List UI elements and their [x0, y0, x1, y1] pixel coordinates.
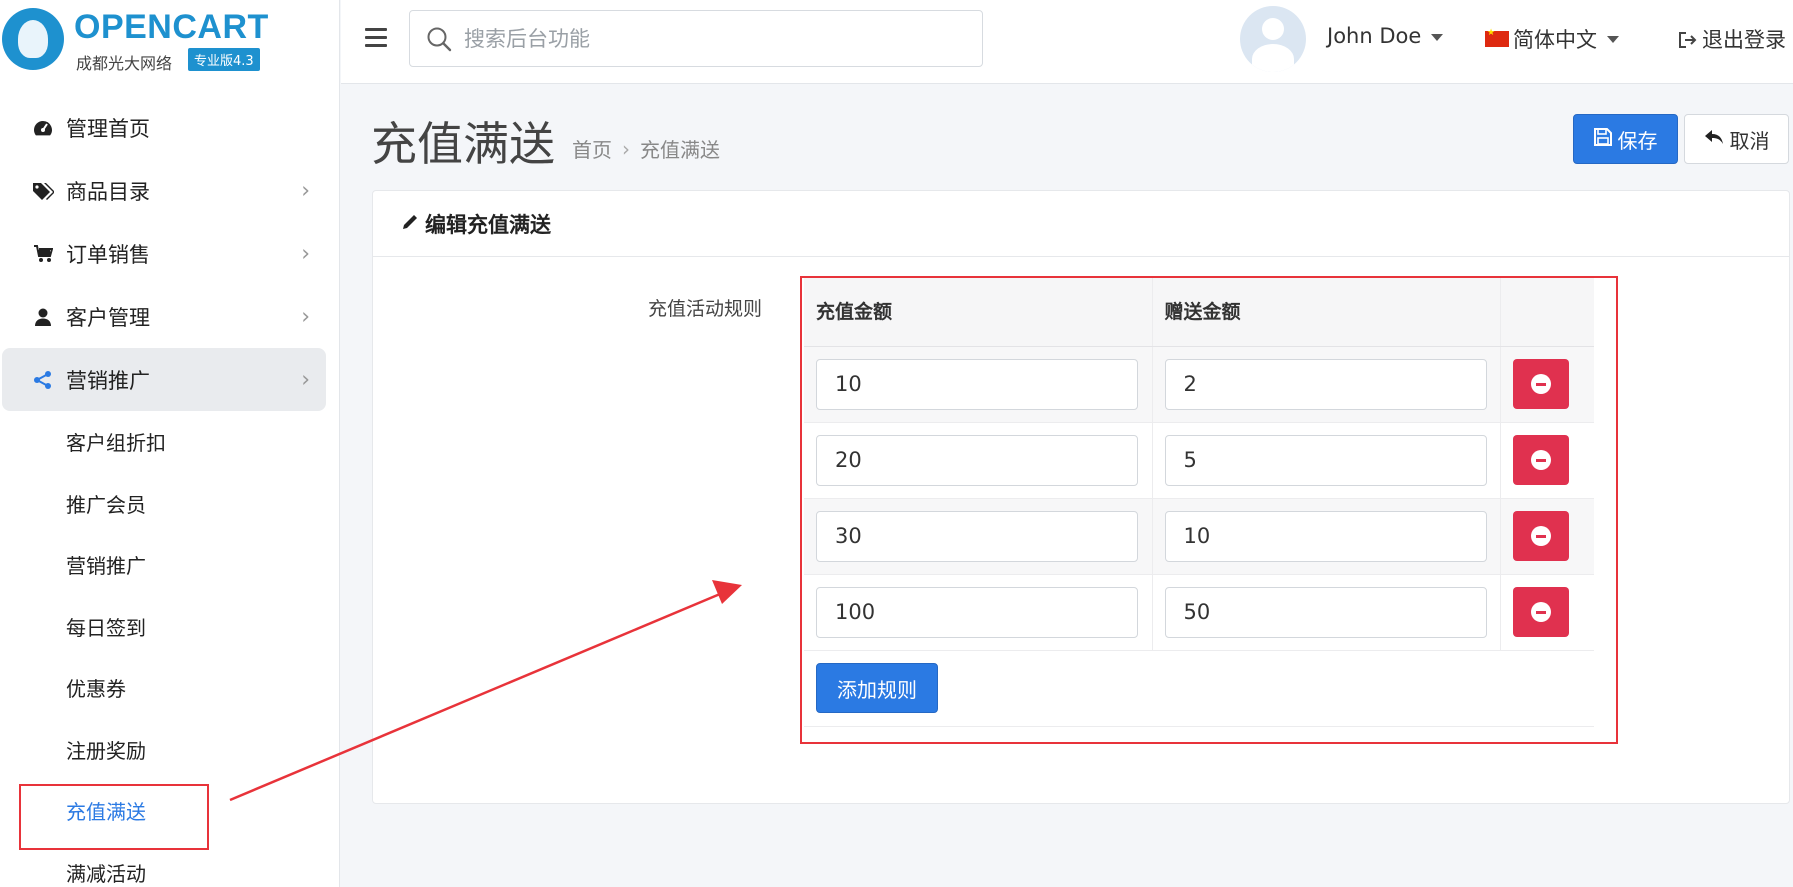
sidebar-item-label: 客户管理 — [66, 305, 150, 330]
breadcrumb-home[interactable]: 首页 — [572, 134, 612, 163]
logout-label: 退出登录 — [1702, 28, 1786, 52]
sidebar-subitem-coupons[interactable]: 优惠券 — [0, 657, 340, 719]
search-box — [409, 10, 983, 67]
search-input[interactable] — [464, 11, 964, 66]
sidebar-item-customers[interactable]: 客户管理 › — [0, 285, 340, 348]
sidebar-subitem-register-reward[interactable]: 注册奖励 — [0, 719, 340, 781]
annotation-highlight-box — [800, 276, 1618, 744]
brand-subtitle: 成都光大网络 — [76, 54, 173, 73]
sidebar-item-catalog[interactable]: 商品目录 › — [0, 159, 340, 222]
logout-link[interactable]: 退出登录 — [1678, 24, 1786, 54]
avatar[interactable] — [1240, 6, 1306, 72]
share-icon — [32, 369, 54, 391]
breadcrumb-separator: › — [622, 136, 630, 161]
menu-toggle-icon[interactable] — [365, 28, 387, 48]
save-button[interactable]: 保存 — [1573, 114, 1678, 164]
sidebar: OPENCART 成都光大网络 专业版4.3 管理首页 商品目录 › 订单销售 … — [0, 0, 340, 887]
search-icon — [426, 26, 452, 52]
chevron-right-icon: › — [301, 241, 310, 266]
cart-icon — [32, 243, 54, 265]
brand-title: OPENCART — [74, 8, 269, 46]
sidebar-item-marketing[interactable]: 营销推广 › — [2, 348, 326, 411]
chevron-right-icon: › — [301, 178, 310, 203]
top-header: John Doe 简体中文 退出登录 — [341, 0, 1793, 84]
sign-out-icon — [1678, 30, 1698, 48]
brand-logo[interactable]: OPENCART 成都光大网络 专业版4.3 — [2, 6, 332, 73]
sidebar-subitem-marketing[interactable]: 营销推广 — [0, 534, 340, 596]
chevron-right-icon: › — [301, 304, 310, 329]
sidebar-item-label: 订单销售 — [66, 242, 150, 267]
pencil-icon — [401, 212, 419, 236]
user-icon — [32, 306, 54, 328]
tags-icon — [32, 180, 54, 202]
floppy-disk-icon — [1593, 127, 1612, 151]
caret-down-icon — [1607, 35, 1619, 43]
annotation-current-menu-box — [19, 784, 209, 850]
opencart-logo-icon — [2, 8, 64, 70]
edition-badge: 专业版4.3 — [188, 48, 260, 71]
sidebar-item-label: 管理首页 — [66, 116, 150, 141]
breadcrumb-current[interactable]: 充值满送 — [640, 134, 720, 163]
language-label: 简体中文 — [1513, 28, 1597, 52]
sidebar-item-label: 营销推广 — [66, 368, 150, 393]
caret-down-icon — [1431, 33, 1444, 41]
dashboard-icon — [32, 117, 54, 139]
sidebar-nav: 管理首页 商品目录 › 订单销售 › 客户管理 › 营销推广 › 客户组折扣 推… — [0, 96, 340, 887]
sidebar-subitem-affiliate[interactable]: 推广会员 — [0, 473, 340, 535]
cancel-button[interactable]: 取消 — [1684, 114, 1789, 164]
sidebar-item-orders[interactable]: 订单销售 › — [0, 222, 340, 285]
sidebar-subitem-customer-group-discount[interactable]: 客户组折扣 — [0, 411, 340, 473]
user-name: John Doe — [1327, 24, 1422, 48]
china-flag-icon — [1485, 28, 1509, 47]
card-header: 编辑充值满送 — [373, 191, 1789, 257]
rules-field-label: 充值活动规则 — [648, 298, 763, 320]
page-title: 充值满送 — [371, 117, 555, 171]
sidebar-item-dashboard[interactable]: 管理首页 — [0, 96, 340, 159]
chevron-right-icon: › — [301, 367, 310, 392]
reply-icon — [1704, 127, 1724, 151]
user-menu[interactable]: John Doe — [1327, 24, 1444, 48]
cancel-label: 取消 — [1729, 128, 1770, 153]
sidebar-item-label: 商品目录 — [66, 179, 150, 204]
language-selector[interactable]: 简体中文 — [1485, 24, 1619, 54]
sidebar-subitem-daily-checkin[interactable]: 每日签到 — [0, 596, 340, 658]
breadcrumb: 首页 › 充值满送 — [572, 134, 720, 163]
card-title: 编辑充值满送 — [425, 212, 551, 237]
save-label: 保存 — [1617, 128, 1658, 153]
